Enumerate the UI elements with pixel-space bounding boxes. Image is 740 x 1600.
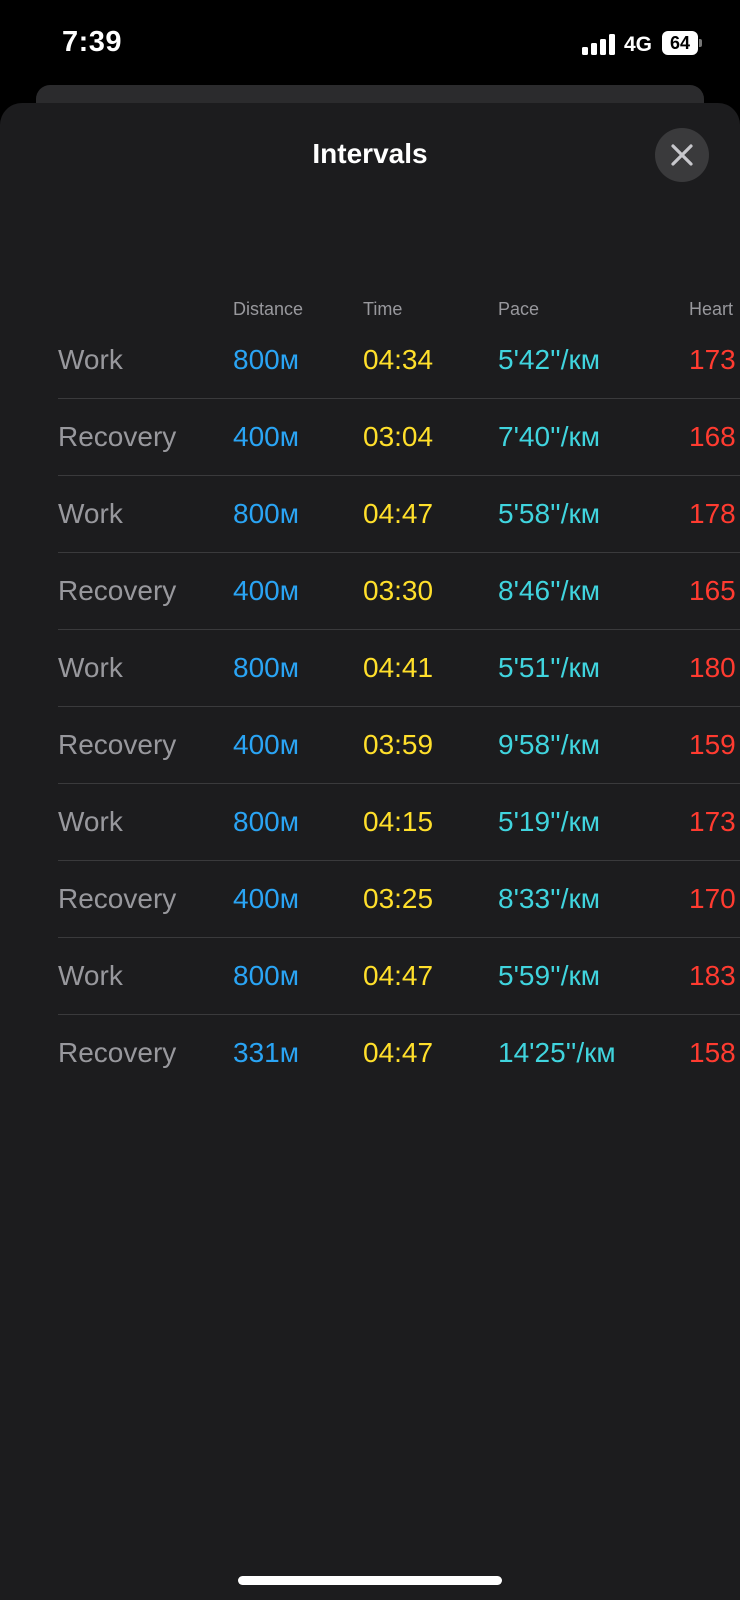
distance-value: 400м	[233, 729, 299, 760]
network-type: 4G	[624, 33, 653, 56]
heart-rate-value: 170	[689, 883, 736, 914]
intervals-sheet: Intervals Distance Time Pace Heart Work 8…	[0, 103, 740, 1600]
time-value: 03:30	[363, 575, 434, 606]
pace-value: 5'59''/км	[498, 960, 601, 991]
heart-rate-value: 165	[689, 575, 736, 606]
pace-value: 5'51''/км	[498, 652, 601, 683]
pace-value: 5'42''/км	[498, 344, 601, 375]
column-header-distance: Distance	[233, 299, 304, 319]
distance-value: 800м	[233, 344, 299, 375]
time-value: 03:25	[363, 883, 434, 914]
table-row: Work 800м 04:47 5'59''/км 183	[0, 937, 740, 1015]
close-icon	[671, 144, 693, 166]
interval-type: Recovery	[58, 883, 177, 914]
interval-type: Recovery	[58, 421, 177, 452]
interval-type: Work	[58, 344, 123, 375]
heart-rate-value: 173	[689, 344, 736, 375]
pace-value: 14'25''/км	[498, 1037, 616, 1068]
interval-type: Recovery	[58, 1037, 177, 1068]
table-row: Recovery 331м 04:47 14'25''/км 158	[0, 1014, 740, 1092]
distance-value: 400м	[233, 575, 299, 606]
heart-rate-value: 168	[689, 421, 736, 452]
pace-value: 9'58''/км	[498, 729, 601, 760]
table-row: Work 800м 04:41 5'51''/км 180	[0, 629, 740, 707]
time-value: 04:34	[363, 344, 434, 375]
heart-rate-value: 178	[689, 498, 736, 529]
battery-level: 64	[669, 33, 691, 53]
close-button[interactable]	[655, 128, 709, 182]
sheet-title: Intervals	[312, 138, 428, 169]
time-value: 04:47	[363, 1037, 434, 1068]
battery-icon: 64	[662, 31, 702, 55]
table-row: Work 800м 04:15 5'19''/км 173	[0, 783, 740, 861]
time-value: 03:04	[363, 421, 434, 452]
distance-value: 800м	[233, 498, 299, 529]
heart-rate-value: 180	[689, 652, 736, 683]
time-value: 04:15	[363, 806, 434, 837]
table-row: Work 800м 04:47 5'58''/км 178	[0, 475, 740, 553]
table-row: Recovery 400м 03:25 8'33''/км 170	[0, 860, 740, 938]
distance-value: 400м	[233, 421, 299, 452]
interval-type: Recovery	[58, 575, 177, 606]
home-indicator[interactable]	[238, 1576, 502, 1585]
time-value: 04:47	[363, 498, 434, 529]
time-value: 03:59	[363, 729, 434, 760]
column-header-pace: Pace	[498, 299, 540, 319]
time-value: 04:41	[363, 652, 434, 683]
status-time: 7:39	[62, 26, 123, 58]
distance-value: 800м	[233, 652, 299, 683]
heart-rate-value: 173	[689, 806, 736, 837]
table-row: Recovery 400м 03:59 9'58''/км 159	[0, 706, 740, 784]
interval-type: Work	[58, 960, 123, 991]
pace-value: 5'19''/км	[498, 806, 601, 837]
table-row: Recovery 400м 03:04 7'40''/км 168	[0, 398, 740, 476]
time-value: 04:47	[363, 960, 434, 991]
interval-type: Recovery	[58, 729, 177, 760]
pace-value: 5'58''/км	[498, 498, 601, 529]
table-row: Work 800м 04:34 5'42''/км 173	[0, 321, 740, 399]
interval-type: Work	[58, 652, 123, 683]
table-row: Recovery 400м 03:30 8'46''/км 165	[0, 552, 740, 630]
interval-type: Work	[58, 806, 123, 837]
heart-rate-value: 159	[689, 729, 736, 760]
pace-value: 8'33''/км	[498, 883, 601, 914]
pace-value: 7'40''/км	[498, 421, 601, 452]
column-header-heart: Heart	[689, 299, 734, 319]
status-bar: 7:39 4G 64	[0, 0, 740, 90]
distance-value: 400м	[233, 883, 299, 914]
heart-rate-value: 158	[689, 1037, 736, 1068]
pace-value: 8'46''/км	[498, 575, 601, 606]
interval-type: Work	[58, 498, 123, 529]
column-header-time: Time	[363, 299, 403, 319]
distance-value: 800м	[233, 960, 299, 991]
signal-icon	[582, 33, 618, 55]
distance-value: 331м	[233, 1037, 299, 1068]
distance-value: 800м	[233, 806, 299, 837]
heart-rate-value: 183	[689, 960, 736, 991]
